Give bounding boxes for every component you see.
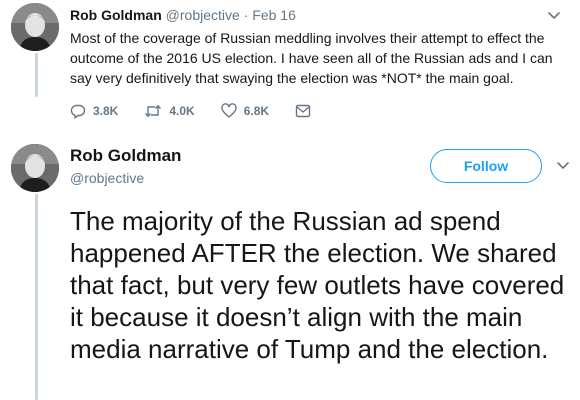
thread-line-bottom [35, 194, 38, 400]
timestamp[interactable]: Feb 16 [252, 7, 296, 23]
heart-icon [221, 103, 237, 118]
chevron-down-icon[interactable] [546, 7, 562, 23]
like-count: 6.8K [243, 104, 270, 118]
reply-count: 3.8K [93, 104, 119, 118]
retweet-count: 4.0K [169, 104, 195, 118]
envelope-icon [295, 104, 311, 118]
separator: · [243, 7, 249, 23]
tweet-text: The majority of the Russian ad spend hap… [70, 206, 565, 364]
tweet-header: Rob Goldman @robjective · Feb 16 [70, 7, 296, 23]
tweet-text: Most of the coverage of Russian meddling… [70, 30, 553, 86]
follow-button[interactable]: Follow [430, 149, 542, 183]
thread-line-top [35, 53, 38, 97]
chevron-down-icon[interactable] [555, 157, 571, 173]
author-handle[interactable]: @robjective [166, 7, 240, 23]
retweet-icon [145, 104, 162, 118]
avatar[interactable] [11, 3, 59, 51]
avatar[interactable] [11, 144, 59, 192]
author-handle[interactable]: @robjective [70, 170, 144, 186]
reply-icon [70, 104, 86, 119]
tweet-actions: 3.8K 4.0K 6.8K [70, 103, 344, 119]
author-name[interactable]: Rob Goldman [70, 7, 162, 23]
dm-button[interactable] [295, 104, 318, 118]
reply-button[interactable]: 3.8K [70, 103, 118, 119]
author-name[interactable]: Rob Goldman [70, 146, 181, 166]
like-button[interactable]: 6.8K [221, 103, 269, 119]
retweet-button[interactable]: 4.0K [144, 103, 195, 119]
